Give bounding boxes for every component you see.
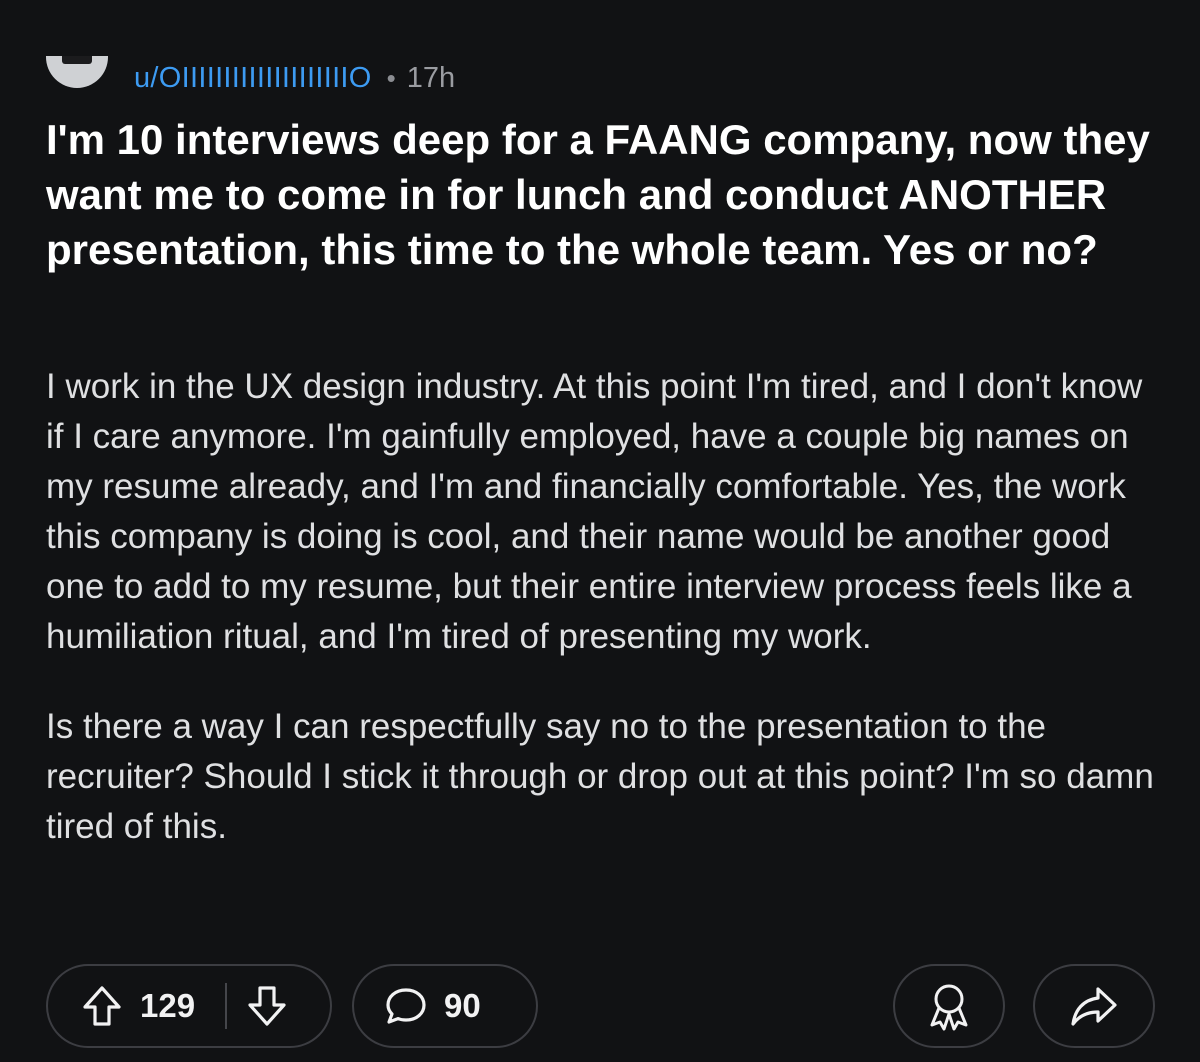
- post-action-bar: 129 90: [46, 964, 1155, 1052]
- speech-bubble-icon: [386, 988, 426, 1024]
- author-username[interactable]: u/OIIIIIIIIIIIIIIIIIIIIO: [134, 62, 372, 95]
- comment-count: 90: [444, 987, 481, 1024]
- avatar-hat-shape: [62, 56, 92, 64]
- upvote-button[interactable]: [82, 985, 122, 1027]
- share-arrow-icon: [1071, 987, 1117, 1026]
- post-body-paragraph: Is there a way I can respectfully say no…: [46, 707, 1154, 846]
- award-ribbon-icon: [930, 984, 968, 1031]
- post-title[interactable]: I'm 10 interviews deep for a FAANG compa…: [46, 112, 1166, 277]
- post-body-paragraph: I work in the UX design industry. At thi…: [46, 367, 1143, 656]
- award-button[interactable]: [893, 964, 1005, 1048]
- meta-separator: •: [386, 62, 396, 93]
- downvote-button[interactable]: [247, 985, 287, 1027]
- arrow-down-icon: [248, 986, 286, 1026]
- arrow-up-icon: [83, 986, 121, 1026]
- vote-score: 129: [140, 987, 196, 1024]
- post-age: 17h: [406, 61, 456, 94]
- post-header: u/OIIIIIIIIIIIIIIIIIIIIO • 17h: [46, 52, 455, 104]
- avatar[interactable]: [46, 56, 110, 100]
- vote-divider: [225, 983, 228, 1029]
- vote-controls: 129: [46, 964, 332, 1048]
- share-button[interactable]: [1033, 964, 1155, 1048]
- comment-icon-wrap: [384, 986, 428, 1026]
- post-body: I work in the UX design industry. At thi…: [46, 362, 1166, 852]
- comments-button[interactable]: 90: [352, 964, 538, 1048]
- avatar-image: [46, 56, 108, 88]
